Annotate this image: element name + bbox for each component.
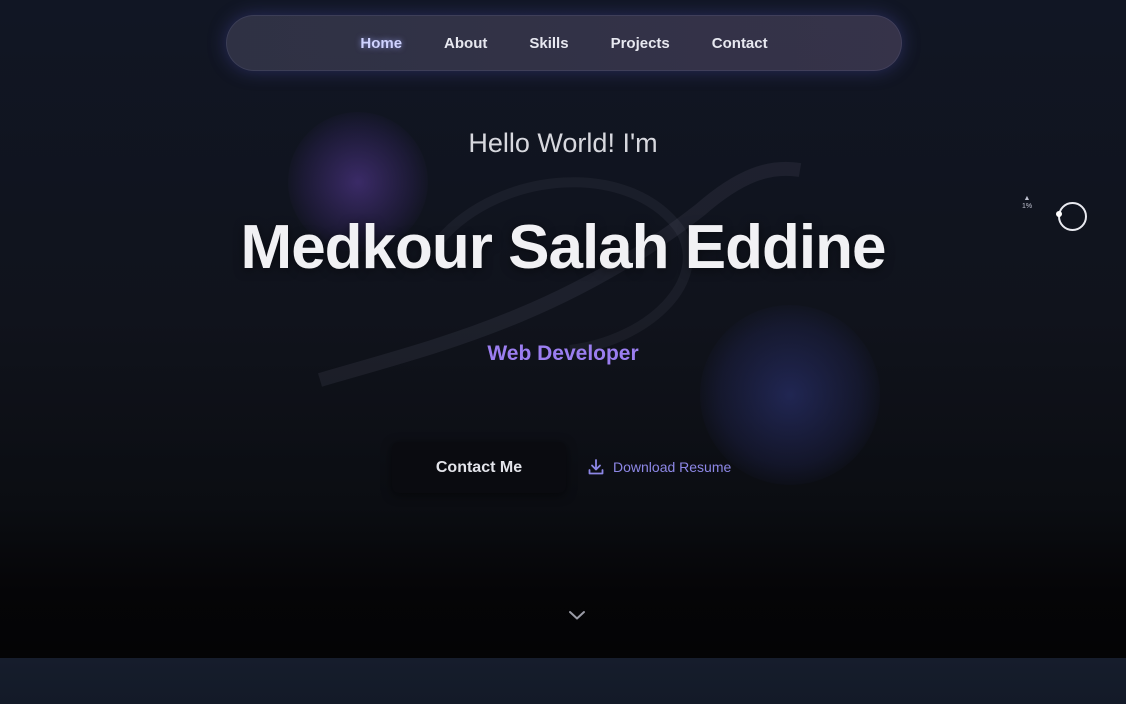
contact-me-label: Contact Me bbox=[435, 458, 523, 476]
contact-me-button[interactable]: Contact Me bbox=[392, 442, 566, 493]
page: Home About Skills Projects Contact Hello… bbox=[0, 0, 1126, 704]
cursor-dot bbox=[1056, 211, 1062, 217]
nav-home-link[interactable]: Home bbox=[339, 35, 423, 52]
hero-role: Web Developer bbox=[487, 342, 639, 365]
scroll-progress-value: 1% bbox=[1021, 203, 1033, 210]
nav-projects-link[interactable]: Projects bbox=[590, 35, 691, 52]
cursor-follower-ring bbox=[1056, 202, 1087, 231]
nav-about-link[interactable]: About bbox=[423, 35, 508, 52]
scroll-progress-indicator: ▲ 1% bbox=[1016, 195, 1038, 221]
chevron-down-icon[interactable] bbox=[567, 608, 587, 622]
next-section-preview bbox=[0, 658, 1126, 704]
caret-up-icon: ▲ bbox=[1023, 195, 1031, 202]
download-resume-button[interactable]: Download Resume bbox=[587, 455, 731, 479]
hero-section: Home About Skills Projects Contact Hello… bbox=[0, 0, 1126, 658]
hero-name: Medkour Salah Eddine bbox=[240, 213, 887, 282]
download-resume-label: Download Resume bbox=[613, 459, 732, 475]
hero-greeting: Hello World! I'm bbox=[468, 128, 658, 158]
download-icon bbox=[588, 459, 604, 475]
nav-contact-link[interactable]: Contact bbox=[691, 35, 789, 52]
top-navigation: Home About Skills Projects Contact bbox=[226, 15, 902, 71]
nav-skills-link[interactable]: Skills bbox=[508, 35, 589, 52]
